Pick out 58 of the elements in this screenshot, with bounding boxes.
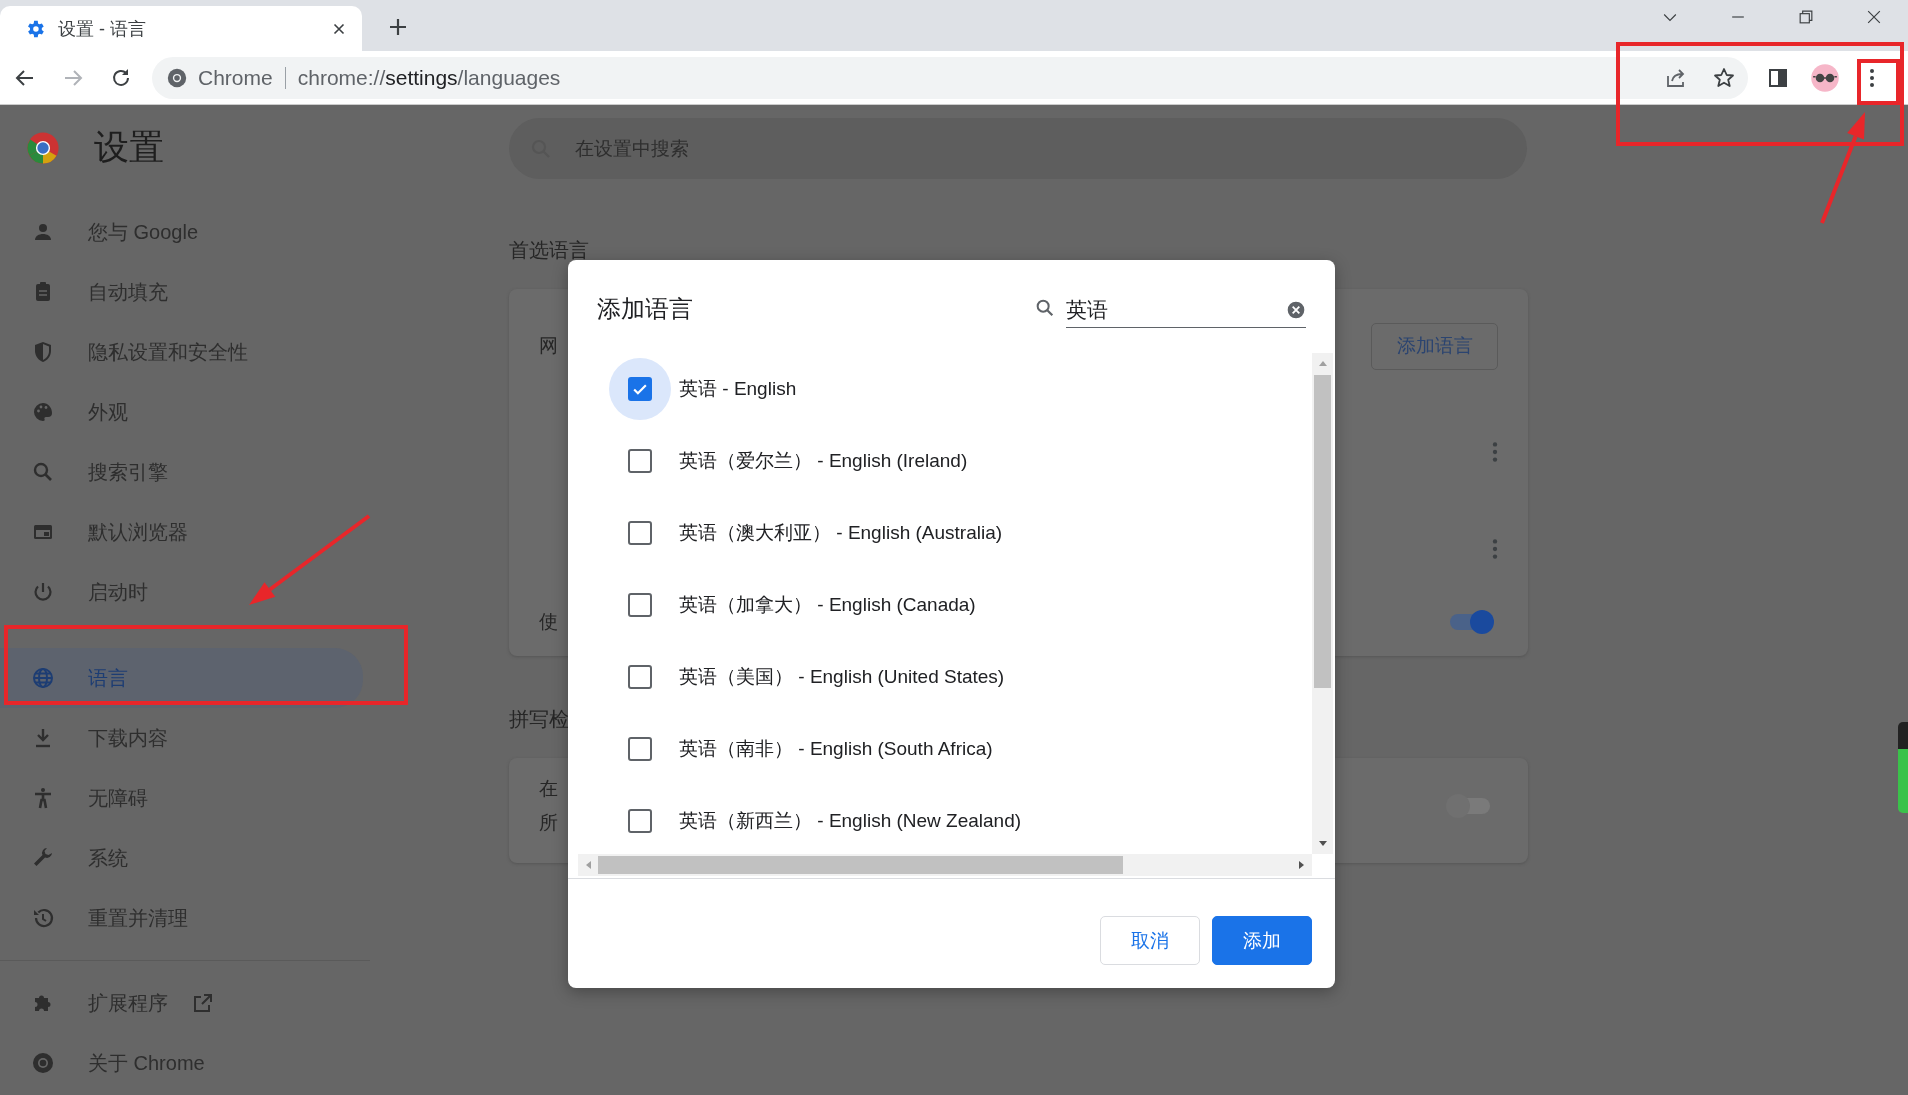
section-heading: 首选语言: [509, 238, 590, 262]
nav-item[interactable]: 无障碍: [0, 768, 363, 828]
page-title: 设置: [94, 126, 164, 168]
language-option[interactable]: 英语（美国） - English (United States): [679, 664, 1005, 690]
language-option[interactable]: 英语（爱尔兰） - English (Ireland): [679, 448, 968, 474]
chrome-icon: [31, 1051, 55, 1075]
nav-item[interactable]: 关于 Chrome: [0, 1033, 363, 1093]
nav-item[interactable]: 启动时: [0, 562, 363, 622]
nav-item[interactable]: 外观: [0, 382, 363, 442]
checkbox[interactable]: [628, 449, 652, 473]
language-option[interactable]: 英语（加拿大） - English (Canada): [679, 592, 976, 618]
scroll-right-arrow-icon[interactable]: [1296, 860, 1306, 870]
checkbox[interactable]: [628, 737, 652, 761]
nav-item[interactable]: 搜索引擎: [0, 442, 363, 502]
search-icon: [1034, 297, 1056, 319]
row-sublabel: 所: [539, 811, 558, 835]
row-label: 使: [539, 610, 558, 634]
star-icon[interactable]: [1712, 65, 1736, 90]
address-bar[interactable]: Chrome chrome://settings/languages: [152, 56, 1748, 99]
url-text[interactable]: chrome://settings/languages: [297, 65, 561, 90]
power-icon: [31, 580, 55, 604]
language-option[interactable]: 英语 - English: [679, 376, 797, 402]
language-option[interactable]: 英语（南非） - English (South Africa): [679, 736, 993, 762]
history-icon: [31, 906, 55, 930]
nav-item[interactable]: 您与 Google: [0, 202, 363, 262]
add-button[interactable]: 添加: [1212, 916, 1312, 965]
chrome-logo-icon: [26, 130, 60, 165]
nav-item[interactable]: 下载内容: [0, 708, 363, 768]
browser-tab[interactable]: 设置 - 语言: [0, 6, 362, 51]
language-option[interactable]: 英语（澳大利亚） - English (Australia): [679, 520, 1003, 546]
scroll-down-arrow-icon[interactable]: [1317, 838, 1328, 848]
nav-item[interactable]: 默认浏览器: [0, 502, 363, 562]
checkbox[interactable]: [628, 521, 652, 545]
checkbox[interactable]: [628, 593, 652, 617]
horizontal-scrollbar[interactable]: [578, 854, 1312, 876]
chrome-icon: [166, 66, 188, 89]
nav-item[interactable]: 语言: [0, 648, 363, 708]
site-label: Chrome: [198, 66, 286, 89]
nav-item[interactable]: 系统: [0, 828, 363, 888]
vertical-scrollbar[interactable]: [1312, 353, 1333, 854]
avatar-icon[interactable]: [1810, 62, 1840, 93]
nav-item[interactable]: 自动填充: [0, 262, 363, 322]
cancel-button[interactable]: 取消: [1100, 916, 1200, 965]
nav-item[interactable]: 扩展程序: [0, 973, 363, 1033]
row-label: 网: [539, 334, 558, 358]
nav-item[interactable]: 重置并清理: [0, 888, 363, 948]
section-heading: 拼写检: [509, 707, 570, 731]
language-option[interactable]: 英语（新西兰） - English (New Zealand): [679, 808, 1022, 834]
dialog-title: 添加语言: [597, 294, 693, 324]
palette-icon: [31, 400, 55, 424]
row-label: 在: [539, 777, 558, 801]
globe-icon: [31, 666, 55, 690]
checkbox[interactable]: [628, 665, 652, 689]
checkbox[interactable]: [628, 809, 652, 833]
search-field[interactable]: 英语: [1066, 298, 1286, 322]
nav-item[interactable]: 隐私设置和安全性: [0, 322, 363, 382]
add-language-button[interactable]: 添加语言: [1371, 322, 1498, 370]
clear-icon[interactable]: [1286, 300, 1306, 320]
